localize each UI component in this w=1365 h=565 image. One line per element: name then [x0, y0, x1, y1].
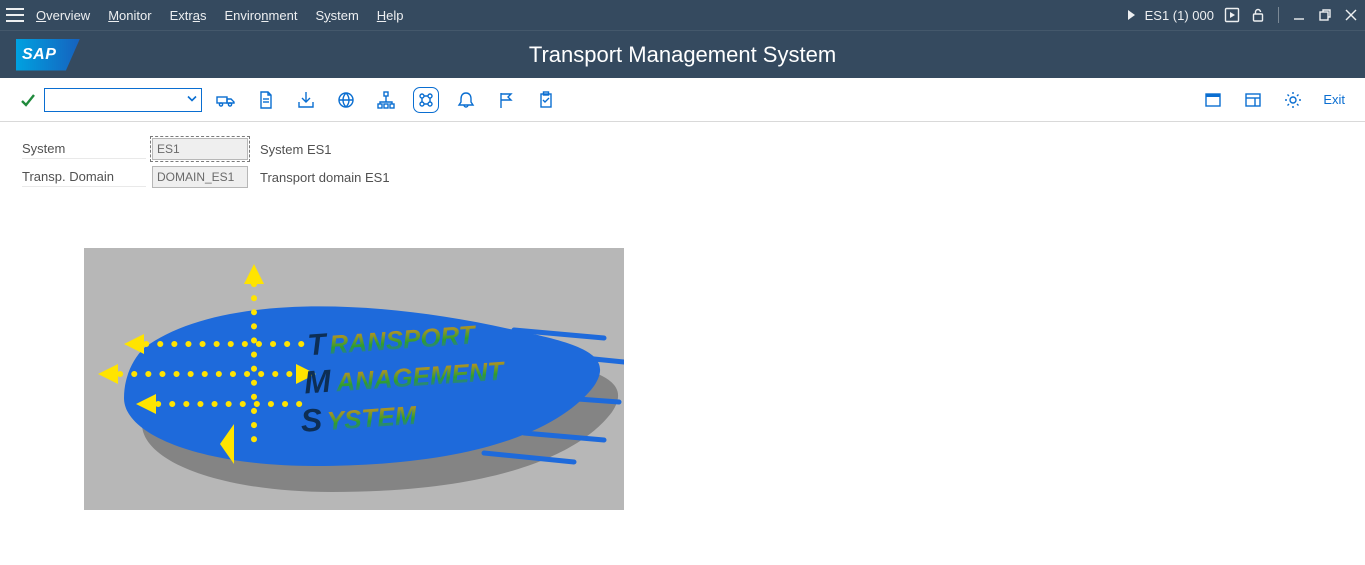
menu-extras[interactable]: Extras [170, 8, 207, 23]
content-area: System ES1 System ES1 Transp. Domain DOM… [0, 122, 1365, 526]
chevron-right-icon[interactable] [1128, 10, 1135, 20]
enter-check-icon[interactable] [20, 92, 36, 108]
layout-icon[interactable] [1243, 90, 1263, 110]
close-icon[interactable] [1343, 7, 1359, 23]
system-label: System [22, 139, 146, 159]
menu-overview[interactable]: Overview [36, 8, 90, 23]
domain-label: Transp. Domain [22, 167, 146, 187]
graphic-line3-initial: S [300, 401, 324, 438]
command-field[interactable] [44, 88, 202, 112]
new-window-icon[interactable] [1203, 90, 1223, 110]
menu-monitor[interactable]: Monitor [108, 8, 151, 23]
globe-icon[interactable] [336, 90, 356, 110]
page-title: Transport Management System [0, 42, 1365, 68]
minimize-icon[interactable] [1291, 7, 1307, 23]
unlock-icon[interactable] [1250, 7, 1266, 23]
system-description: System ES1 [254, 142, 1343, 157]
graphic-line3: YSTEM [326, 400, 419, 436]
import-icon[interactable] [296, 90, 316, 110]
gear-icon[interactable] [1283, 90, 1303, 110]
menu-system[interactable]: System [315, 8, 358, 23]
truck-icon[interactable] [216, 90, 236, 110]
application-toolbar: Exit [0, 78, 1365, 122]
title-band: SAP Transport Management System [0, 30, 1365, 78]
domain-description: Transport domain ES1 [254, 170, 1343, 185]
hierarchy-icon[interactable] [376, 90, 396, 110]
menu-environment[interactable]: Environment [224, 8, 297, 23]
menu-help[interactable]: Help [377, 8, 404, 23]
system-value[interactable]: ES1 [152, 138, 248, 160]
system-client-label: ES1 (1) 000 [1145, 8, 1214, 23]
command-field-wrapper [44, 88, 202, 112]
tms-graphic: T RANSPORT M ANAGEMENT S YSTEM [84, 248, 624, 510]
field-grid: System ES1 System ES1 Transp. Domain DOM… [22, 138, 1343, 188]
menu-items: Overview Monitor Extras Environment Syst… [36, 8, 404, 23]
flag-icon[interactable] [496, 90, 516, 110]
exit-button[interactable]: Exit [1323, 92, 1345, 107]
menu-bar: Overview Monitor Extras Environment Syst… [0, 0, 1365, 30]
divider [1278, 7, 1279, 23]
bell-icon[interactable] [456, 90, 476, 110]
restore-window-icon[interactable] [1317, 7, 1333, 23]
config-icon[interactable] [416, 90, 436, 110]
hamburger-menu-icon[interactable] [6, 8, 24, 22]
document-icon[interactable] [256, 90, 276, 110]
domain-value[interactable]: DOMAIN_ES1 [152, 166, 248, 188]
graphic-line2-initial: M [303, 363, 333, 401]
clipboard-icon[interactable] [536, 90, 556, 110]
play-box-icon[interactable] [1224, 7, 1240, 23]
